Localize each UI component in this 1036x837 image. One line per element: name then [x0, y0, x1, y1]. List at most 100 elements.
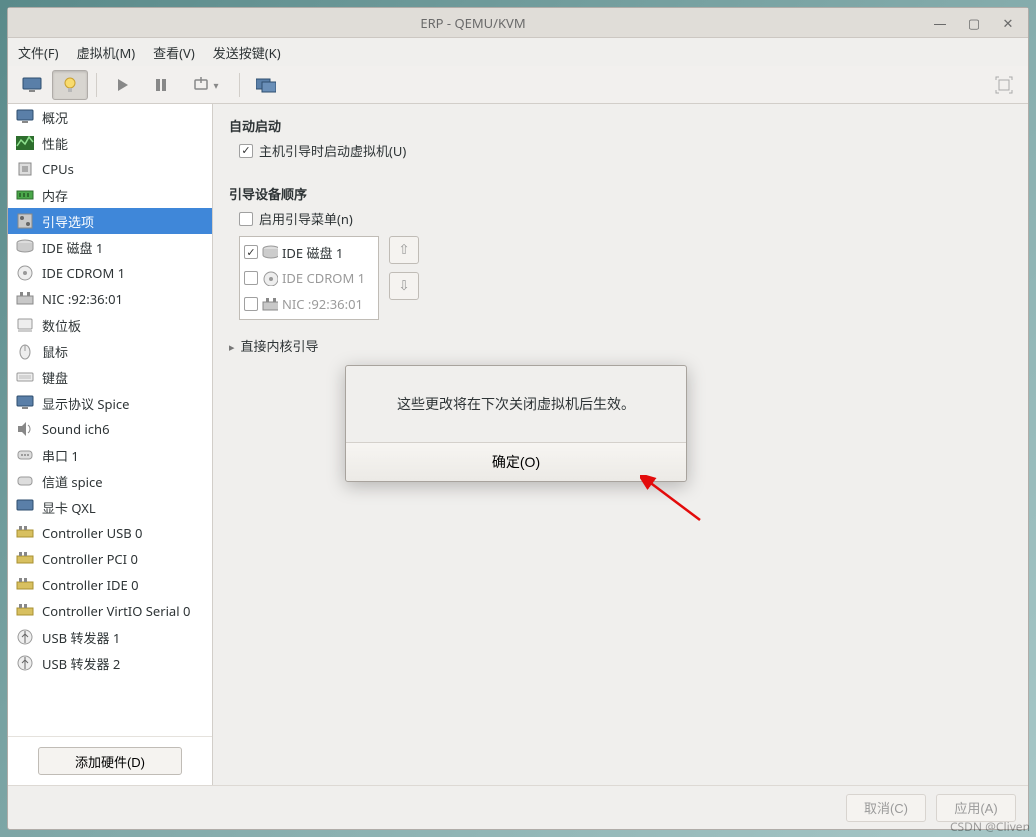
device-icon — [262, 296, 278, 312]
device-icon — [262, 244, 278, 260]
details-view-button[interactable] — [52, 70, 88, 100]
sidebar-item-label: 鼠标 — [42, 342, 68, 361]
sidebar-item[interactable]: 显示协议 Spice — [8, 390, 212, 416]
device-icon — [16, 654, 34, 672]
window-controls: — ▢ ✕ — [932, 15, 1016, 31]
menu-view[interactable]: 查看(V) — [153, 43, 195, 62]
sidebar-item[interactable]: NIC :92:36:01 — [8, 286, 212, 312]
device-icon — [16, 186, 34, 204]
minimize-icon[interactable]: — — [932, 15, 948, 31]
boot-device-row[interactable]: IDE CDROM 1 — [242, 265, 376, 291]
sidebar-item-label: Controller PCI 0 — [42, 550, 138, 568]
console-view-button[interactable] — [14, 70, 50, 100]
sidebar-item[interactable]: Controller VirtIO Serial 0 — [8, 598, 212, 624]
boot-device-label: IDE 磁盘 1 — [282, 243, 343, 262]
device-list: 概况性能 CPUs 内存引导选项 IDE 磁盘 1 IDE CDROM 1 NIC :92… — [8, 104, 212, 736]
sidebar: 概况性能 CPUs 内存引导选项 IDE 磁盘 1 IDE CDROM 1 NIC :92… — [8, 104, 213, 785]
device-icon — [16, 446, 34, 464]
snapshots-button[interactable] — [248, 70, 284, 100]
sidebar-item-label: IDE 磁盘 1 — [42, 238, 103, 257]
dialog-button-row: 确定(O) — [346, 442, 686, 481]
device-icon — [16, 602, 34, 620]
sidebar-item-label: USB 转发器 1 — [42, 628, 120, 647]
chevron-down-icon: ▾ — [213, 78, 218, 92]
sidebar-item[interactable]: 键盘 — [8, 364, 212, 390]
device-icon — [16, 108, 34, 126]
menu-sendkey[interactable]: 发送按键(K) — [213, 43, 281, 62]
pause-button[interactable] — [143, 70, 179, 100]
bootmenu-label: 启用引导菜单(n) — [259, 209, 353, 228]
sidebar-item[interactable]: Controller USB 0 — [8, 520, 212, 546]
sidebar-item[interactable]: 引导选项 — [8, 208, 212, 234]
sidebar-item[interactable]: IDE CDROM 1 — [8, 260, 212, 286]
boot-device-row[interactable]: IDE 磁盘 1 — [242, 239, 376, 265]
device-icon — [16, 576, 34, 594]
sidebar-item[interactable]: Controller IDE 0 — [8, 572, 212, 598]
boot-device-label: IDE CDROM 1 — [282, 269, 365, 287]
titlebar: ERP - QEMU/KVM — ▢ ✕ — [8, 8, 1028, 38]
shutdown-button[interactable]: ▾ — [181, 70, 231, 100]
boot-device-row[interactable]: NIC :92:36:01 — [242, 291, 376, 317]
menu-file[interactable]: 文件(F) — [18, 43, 59, 62]
device-icon — [16, 238, 34, 256]
sidebar-item[interactable]: 概况 — [8, 104, 212, 130]
sidebar-item[interactable]: USB 转发器 2 — [8, 650, 212, 676]
sidebar-item[interactable]: IDE 磁盘 1 — [8, 234, 212, 260]
checkbox-icon — [239, 144, 253, 158]
sidebar-item-label: CPUs — [42, 160, 74, 178]
confirm-dialog: 这些更改将在下次关闭虚拟机后生效。 确定(O) — [345, 365, 687, 482]
move-down-button[interactable]: ⇩ — [389, 272, 419, 300]
sidebar-item-label: 串口 1 — [42, 446, 79, 465]
toolbar-sep — [96, 73, 97, 97]
menu-vm[interactable]: 虚拟机(M) — [77, 43, 136, 62]
sidebar-item-label: 显卡 QXL — [42, 498, 96, 517]
device-icon — [16, 368, 34, 386]
sidebar-item[interactable]: 串口 1 — [8, 442, 212, 468]
kernel-boot-expander[interactable]: 直接内核引导 — [229, 336, 1012, 355]
sidebar-item-label: 内存 — [42, 186, 68, 205]
cancel-button[interactable]: 取消(C) — [846, 794, 926, 822]
sidebar-item-label: 性能 — [42, 134, 68, 153]
sidebar-item[interactable]: 信道 spice — [8, 468, 212, 494]
sidebar-item-label: Sound ich6 — [42, 420, 110, 438]
sidebar-item-label: Controller VirtIO Serial 0 — [42, 602, 190, 620]
sidebar-item-label: Controller IDE 0 — [42, 576, 139, 594]
checkbox-icon — [244, 245, 258, 259]
fullscreen-icon — [995, 76, 1013, 94]
device-icon — [16, 134, 34, 152]
move-up-button[interactable]: ⇧ — [389, 236, 419, 264]
sidebar-item[interactable]: Controller PCI 0 — [8, 546, 212, 572]
autostart-label: 主机引导时启动虚拟机(U) — [259, 141, 406, 160]
power-icon — [193, 77, 209, 93]
device-icon — [262, 270, 278, 286]
sidebar-item[interactable]: 内存 — [8, 182, 212, 208]
boot-device-list-wrap: IDE 磁盘 1 IDE CDROM 1 NIC :92:36:01 ⇧ ⇩ — [239, 236, 1012, 320]
sidebar-item[interactable]: USB 转发器 1 — [8, 624, 212, 650]
sidebar-item[interactable]: 显卡 QXL — [8, 494, 212, 520]
play-icon — [116, 78, 130, 92]
device-icon — [16, 264, 34, 282]
close-icon[interactable]: ✕ — [1000, 15, 1016, 31]
sidebar-item[interactable]: Sound ich6 — [8, 416, 212, 442]
boot-device-label: NIC :92:36:01 — [282, 295, 363, 313]
device-icon — [16, 524, 34, 542]
sidebar-item[interactable]: 数位板 — [8, 312, 212, 338]
fullscreen-button[interactable] — [986, 70, 1022, 100]
sidebar-item-label: Controller USB 0 — [42, 524, 142, 542]
bootmenu-checkbox[interactable]: 启用引导菜单(n) — [239, 209, 1012, 228]
sidebar-item[interactable]: 性能 — [8, 130, 212, 156]
sidebar-item-label: 信道 spice — [42, 472, 103, 491]
boot-device-list[interactable]: IDE 磁盘 1 IDE CDROM 1 NIC :92:36:01 — [239, 236, 379, 320]
sidebar-item-label: 数位板 — [42, 316, 81, 335]
autostart-checkbox[interactable]: 主机引导时启动虚拟机(U) — [239, 141, 1012, 160]
device-icon — [16, 212, 34, 230]
dialog-ok-button[interactable]: 确定(O) — [346, 443, 686, 481]
add-hardware-button[interactable]: 添加硬件(D) — [38, 747, 182, 775]
sidebar-item[interactable]: 鼠标 — [8, 338, 212, 364]
menubar: 文件(F) 虚拟机(M) 查看(V) 发送按键(K) — [8, 38, 1028, 66]
sidebar-item-label: NIC :92:36:01 — [42, 290, 123, 308]
bootorder-title: 引导设备顺序 — [229, 184, 1012, 203]
maximize-icon[interactable]: ▢ — [966, 15, 982, 31]
run-button[interactable] — [105, 70, 141, 100]
sidebar-item[interactable]: CPUs — [8, 156, 212, 182]
